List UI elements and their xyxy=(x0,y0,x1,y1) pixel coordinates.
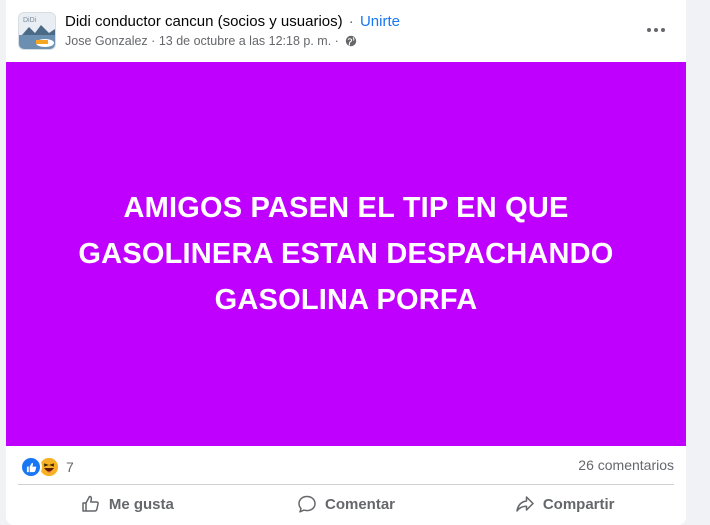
like-reaction-icon xyxy=(20,456,42,478)
more-options-icon-dot xyxy=(647,28,651,32)
post-header: DiDi Didi conductor cancun (socios y usu… xyxy=(6,0,686,62)
thumbs-up-icon xyxy=(82,495,99,512)
share-arrow-icon xyxy=(516,496,534,512)
svg-text:DiDi: DiDi xyxy=(23,17,37,24)
group-avatar-image: DiDi xyxy=(19,13,55,49)
group-avatar[interactable]: DiDi xyxy=(18,12,56,50)
like-button-label: Me gusta xyxy=(108,495,174,513)
actions-divider xyxy=(18,484,674,485)
post-text-line: AMIGOS PASEN EL TIP EN QUE xyxy=(123,192,569,224)
post-actions: Me gusta Comentar Compartir xyxy=(18,487,674,521)
group-title-line: Didi conductor cancun (socios y usuarios… xyxy=(65,13,400,30)
comment-bubble-icon xyxy=(298,495,316,513)
post-card: DiDi Didi conductor cancun (socios y usu… xyxy=(6,0,686,525)
post-text-line: GASOLINA PORFA xyxy=(214,284,478,316)
share-button[interactable]: Compartir xyxy=(455,487,674,521)
more-options-icon-dot xyxy=(661,28,665,32)
comment-button-label: Comentar xyxy=(325,495,396,513)
post-timestamp-link[interactable]: 13 de octubre a las 12:18 p. m. xyxy=(159,34,331,48)
author-name-link[interactable]: Jose Gonzalez xyxy=(65,34,148,48)
join-group-link[interactable]: Unirte xyxy=(360,13,400,30)
more-options-button[interactable] xyxy=(638,16,674,44)
reaction-count: 7 xyxy=(66,459,74,475)
meta-separator: · xyxy=(151,34,156,48)
post-meta: Jose Gonzalez · 13 de octubre a las 12:1… xyxy=(65,34,357,50)
post-text-line: GASOLINERA ESTAN DESPACHANDO xyxy=(78,238,614,270)
like-button[interactable]: Me gusta xyxy=(18,487,237,521)
title-separator: · xyxy=(348,13,354,30)
group-name-link[interactable]: Didi conductor cancun (socios y usuarios… xyxy=(65,13,343,30)
reactions-summary[interactable]: 7 xyxy=(20,456,74,478)
post-background[interactable]: AMIGOS PASEN EL TIP EN QUE GASOLINERA ES… xyxy=(6,62,686,446)
comments-count-link[interactable]: 26 comentarios xyxy=(578,457,674,473)
comment-button[interactable]: Comentar xyxy=(237,487,456,521)
share-button-label: Compartir xyxy=(542,495,615,513)
globe-icon xyxy=(345,35,357,50)
more-options-icon-dot xyxy=(654,28,658,32)
post-stats: 7 26 comentarios xyxy=(6,446,686,484)
meta-separator-2: · xyxy=(334,34,339,48)
post-text: AMIGOS PASEN EL TIP EN QUE GASOLINERA ES… xyxy=(46,185,646,323)
